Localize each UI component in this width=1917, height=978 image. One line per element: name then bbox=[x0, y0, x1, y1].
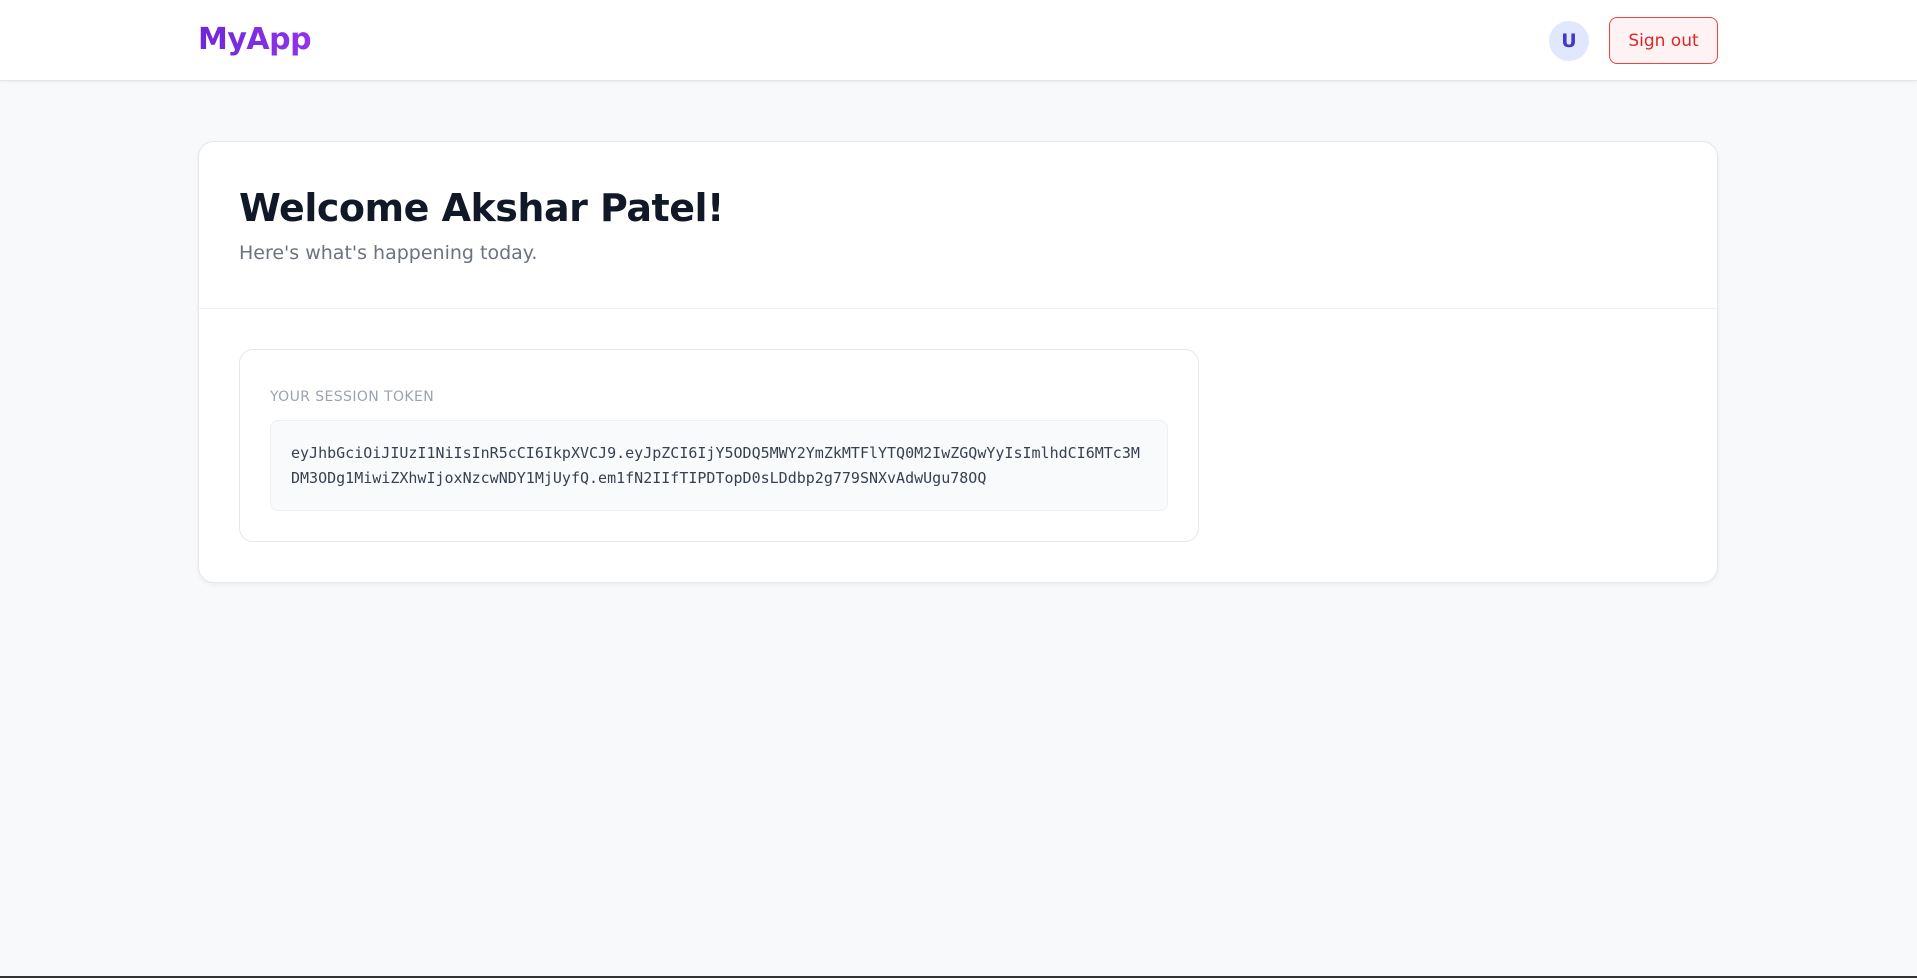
dashboard-card: Welcome Akshar Patel! Here's what's happ… bbox=[198, 141, 1718, 583]
welcome-title: Welcome Akshar Patel! bbox=[239, 186, 724, 230]
user-avatar[interactable]: U bbox=[1549, 21, 1589, 61]
session-token-card: YOUR SESSION TOKEN eyJhbGciOiJIUzI1NiIsI… bbox=[239, 349, 1199, 542]
top-nav-bar: MyApp U Sign out bbox=[0, 0, 1917, 81]
welcome-subtitle: Here's what's happening today. bbox=[239, 242, 538, 264]
session-token-box[interactable]: eyJhbGciOiJIUzI1NiIsInR5cCI6IkpXVCJ9.eyJ… bbox=[270, 420, 1168, 511]
session-token-value[interactable]: eyJhbGciOiJIUzI1NiIsInR5cCI6IkpXVCJ9.eyJ… bbox=[291, 441, 1147, 491]
app-logo[interactable]: MyApp bbox=[198, 20, 312, 60]
welcome-section: Welcome Akshar Patel! Here's what's happ… bbox=[199, 142, 1717, 309]
sign-out-button[interactable]: Sign out bbox=[1609, 17, 1718, 64]
session-token-label: YOUR SESSION TOKEN bbox=[270, 389, 435, 405]
